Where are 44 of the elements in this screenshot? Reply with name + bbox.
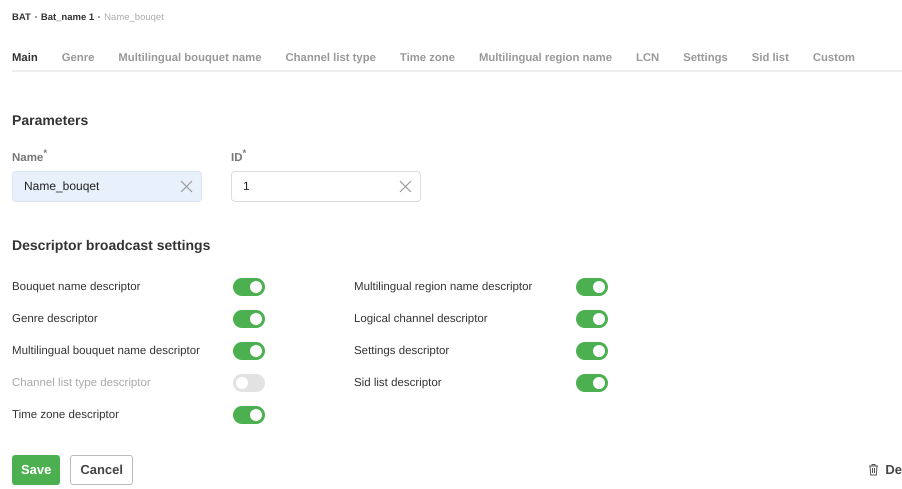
- tab[interactable]: LCN: [636, 50, 660, 70]
- setting-label: Genre descriptor: [12, 312, 99, 325]
- field-value: 1: [243, 179, 251, 194]
- breadcrumb-item[interactable]: BAT: [12, 12, 31, 22]
- tab[interactable]: Channel list type: [285, 50, 376, 70]
- section-title: Descriptor broadcast settings: [12, 236, 212, 253]
- setting-label: Multilingual bouquet name descriptor: [12, 344, 201, 357]
- tab[interactable]: Custom: [812, 50, 855, 70]
- toggle-switch[interactable]: [233, 406, 265, 424]
- section-title: Parameters: [12, 112, 90, 128]
- save-button[interactable]: Save: [12, 454, 60, 485]
- tab[interactable]: Time zone: [400, 50, 455, 70]
- tab[interactable]: Multilingual bouquet name: [118, 50, 262, 70]
- text-field[interactable]: Name_bouqet: [12, 170, 202, 202]
- tab[interactable]: Genre: [62, 50, 94, 70]
- toggle-switch[interactable]: [576, 374, 608, 392]
- text-field[interactable]: 1: [231, 170, 421, 202]
- setting-label: Bouquet name descriptor: [12, 280, 142, 293]
- setting-label: Time zone descriptor: [12, 408, 120, 421]
- toggle-switch[interactable]: [233, 342, 265, 360]
- field-label: ID$^{*}$: [231, 148, 248, 164]
- setting-label: Logical channel descriptor: [354, 312, 489, 325]
- toggle-switch[interactable]: [233, 310, 265, 328]
- tab[interactable]: Multilingual region name: [478, 50, 612, 70]
- cancel-button[interactable]: Cancel: [70, 454, 134, 485]
- setting-label: Multilingual region name descriptor: [354, 280, 534, 293]
- delete-button[interactable]: De: [868, 462, 902, 478]
- toggle-switch[interactable]: [233, 278, 265, 296]
- tab[interactable]: Settings: [683, 50, 728, 70]
- setting-label: Settings descriptor: [354, 344, 450, 357]
- breadcrumb-item[interactable]: Bat_name 1: [40, 12, 94, 22]
- setting-label: Channel list type descriptor: [12, 376, 152, 389]
- setting-label: Sid list descriptor: [354, 376, 443, 389]
- trash-icon: [868, 463, 880, 476]
- clear-icon[interactable]: [180, 180, 193, 193]
- tab[interactable]: Main: [12, 50, 38, 70]
- field-label: Name$^{*}$: [12, 148, 48, 164]
- tab[interactable]: Sid list: [752, 50, 789, 70]
- toggle-switch[interactable]: [576, 278, 608, 296]
- clear-icon[interactable]: [399, 180, 412, 193]
- breadcrumb-item: Name_bouqet: [104, 12, 164, 22]
- field-value: Name_bouqet: [24, 179, 100, 194]
- toggle-switch[interactable]: [576, 342, 608, 360]
- toggle-switch[interactable]: [576, 310, 608, 328]
